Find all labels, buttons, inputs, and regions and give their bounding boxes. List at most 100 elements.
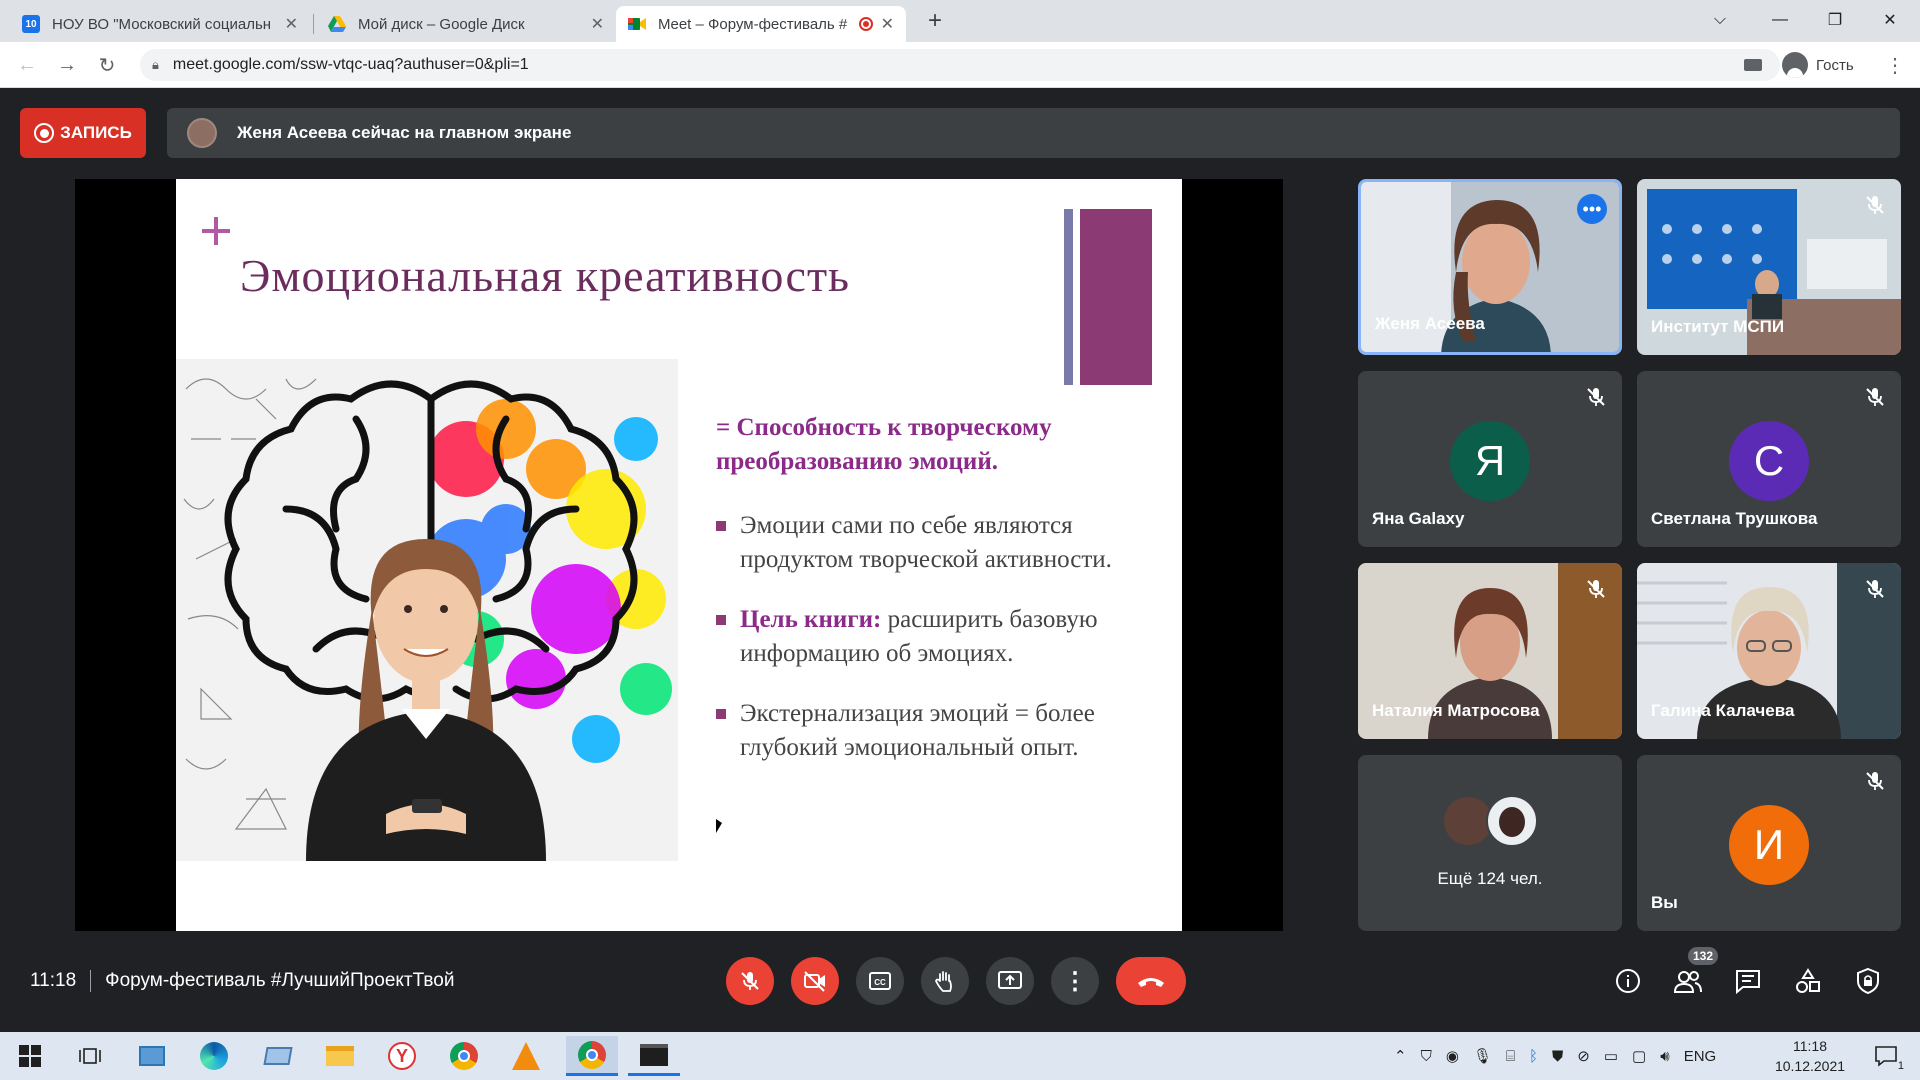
captions-icon: CC	[869, 972, 891, 990]
tile-zhenya-aseeva[interactable]: ••• Женя Асеева	[1358, 179, 1622, 355]
tab-title: Meet – Форум-фестиваль #	[658, 15, 848, 33]
profile-label: Гость	[1816, 56, 1854, 74]
camera-toggle-button[interactable]	[791, 957, 839, 1005]
notifications-button[interactable]: 1	[1868, 1040, 1904, 1072]
network-error-icon[interactable]: ⊘	[1577, 1047, 1590, 1065]
task-view-button[interactable]	[68, 1036, 112, 1076]
address-bar[interactable]: 🔒︎ meet.google.com/ssw-vtqc-uaq?authuser…	[140, 49, 1780, 81]
taskbar-chrome[interactable]	[442, 1036, 486, 1076]
host-controls-button[interactable]	[1852, 965, 1884, 997]
defender-icon[interactable]: ⛊	[1552, 1048, 1563, 1065]
tile-you[interactable]: И Вы	[1637, 755, 1901, 931]
captions-button[interactable]: CC	[856, 957, 904, 1005]
profile-button[interactable]: Гость	[1782, 49, 1854, 81]
chat-icon	[1736, 970, 1760, 994]
minimize-icon[interactable]: —	[1750, 0, 1810, 40]
display-icon[interactable]: ▢	[1632, 1047, 1646, 1065]
security-icon[interactable]: ⛉	[1421, 1048, 1432, 1065]
people-icon	[1673, 971, 1702, 993]
brain-illustration	[176, 359, 678, 861]
taskbar-control-panel[interactable]	[130, 1036, 174, 1076]
participant-name: Вы	[1651, 893, 1678, 912]
raise-hand-button[interactable]	[921, 957, 969, 1005]
tab-mospi[interactable]: 10 НОУ ВО "Московский социальн ✕	[10, 6, 310, 42]
window-close-icon[interactable]: ✕	[1860, 0, 1920, 40]
taskbar-terminal[interactable]	[628, 1036, 680, 1076]
meeting-title: Форум-фестиваль #ЛучшийПроектТвой	[105, 970, 455, 991]
show-hidden-icons-icon[interactable]: ⌃	[1394, 1047, 1407, 1065]
info-icon	[1616, 969, 1640, 993]
mic-toggle-button[interactable]	[726, 957, 774, 1005]
recording-badge: ЗАПИСЬ	[20, 108, 146, 158]
bluetooth-icon[interactable]: ᛒ	[1529, 1048, 1538, 1065]
volume-icon[interactable]: 🔊︎	[1660, 1048, 1669, 1065]
participants-button[interactable]: 132	[1672, 947, 1719, 997]
lock-icon: 🔒︎	[152, 57, 159, 72]
close-tab-icon[interactable]: ✕	[591, 14, 604, 34]
tab-google-drive[interactable]: Мой диск – Google Диск ✕	[316, 6, 616, 42]
bullet-text: Эмоции сами по себе являются продуктом т…	[740, 512, 1112, 573]
taskbar-vlc[interactable]	[504, 1036, 548, 1076]
usb-icon[interactable]: ⌸	[1506, 1048, 1515, 1065]
chrome-menu-icon[interactable]: ⋮	[1880, 50, 1910, 80]
leave-call-button[interactable]	[1116, 957, 1186, 1005]
present-screen-button[interactable]	[986, 957, 1034, 1005]
guest-avatar-icon	[1782, 52, 1808, 78]
tile-natalia-matrosova[interactable]: Наталия Матросова	[1358, 563, 1622, 739]
edge-icon	[200, 1042, 228, 1070]
bullet-item: Цель книги: расширить базовую информацию…	[716, 603, 1156, 671]
mic-off-icon	[1587, 580, 1605, 598]
camera-indicator-icon[interactable]	[1744, 59, 1762, 71]
computer-icon	[263, 1047, 293, 1065]
svg-text:CC: CC	[874, 978, 886, 987]
control-panel-icon	[139, 1046, 165, 1066]
back-icon[interactable]: ←	[12, 50, 42, 80]
battery-icon[interactable]: ▭	[1604, 1047, 1618, 1065]
bullet-square-icon	[716, 521, 726, 531]
task-view-icon	[79, 1048, 101, 1064]
chat-button[interactable]	[1732, 965, 1764, 997]
more-options-icon[interactable]: •••	[1577, 194, 1607, 224]
tile-institut-mspi[interactable]: Институт МСПИ	[1637, 179, 1901, 355]
close-tab-icon[interactable]: ✕	[881, 14, 894, 34]
tab-meet[interactable]: Meet – Форум-фестиваль # ✕	[616, 6, 906, 42]
activities-button[interactable]	[1792, 965, 1824, 997]
taskbar-yandex[interactable]: Y	[380, 1036, 424, 1076]
new-tab-icon[interactable]: +	[922, 8, 948, 34]
plus-decoration-icon	[202, 217, 230, 245]
reload-icon[interactable]: ↻	[92, 50, 122, 80]
mic-off-icon	[1866, 580, 1884, 598]
tile-more-participants[interactable]: Ещё 124 чел.	[1358, 755, 1622, 931]
tile-galina-kalacheva[interactable]: Галина Калачева	[1637, 563, 1901, 739]
taskbar-explorer[interactable]	[318, 1036, 362, 1076]
tab-search-chevron-icon[interactable]: ⌵	[1690, 0, 1750, 40]
avatar: Я	[1450, 421, 1530, 501]
mic-off-icon	[1866, 196, 1884, 214]
tile-yana-galaxy[interactable]: Я Яна Galaxy	[1358, 371, 1622, 547]
recording-indicator-icon	[858, 17, 873, 31]
record-label: ЗАПИСЬ	[60, 123, 132, 142]
participant-name: Светлана Трушкова	[1651, 509, 1818, 528]
tile-svetlana-trushkova[interactable]: С Светлана Трушкова	[1637, 371, 1901, 547]
taskbar-file-manager[interactable]	[256, 1036, 300, 1076]
forward-icon[interactable]: →	[52, 50, 82, 80]
present-screen-icon	[998, 971, 1022, 989]
taskbar-edge[interactable]	[192, 1036, 236, 1076]
avatar	[1486, 795, 1538, 847]
restore-icon[interactable]: ❐	[1805, 0, 1865, 40]
windows-logo-icon	[19, 1045, 41, 1067]
accent-bar-thick	[1080, 209, 1152, 385]
microphone-icon[interactable]: 🎙︎	[1473, 1047, 1492, 1065]
bullet-bold-text: Цель книги:	[740, 606, 882, 633]
webcam-icon[interactable]: ◉	[1446, 1047, 1459, 1065]
input-language[interactable]: ENG	[1684, 1048, 1717, 1065]
more-participants-label: Ещё 124 чел.	[1437, 869, 1543, 888]
taskbar-clock[interactable]: 11:18 10.12.2021	[1770, 1034, 1850, 1078]
close-tab-icon[interactable]: ✕	[285, 14, 298, 34]
tab-title: Мой диск – Google Диск	[358, 15, 525, 33]
start-button[interactable]	[8, 1036, 52, 1076]
more-options-button[interactable]: ⋮	[1051, 957, 1099, 1005]
taskbar-chrome-active[interactable]	[566, 1036, 618, 1076]
mic-off-icon	[1866, 388, 1884, 406]
meeting-info-button[interactable]	[1612, 965, 1644, 997]
